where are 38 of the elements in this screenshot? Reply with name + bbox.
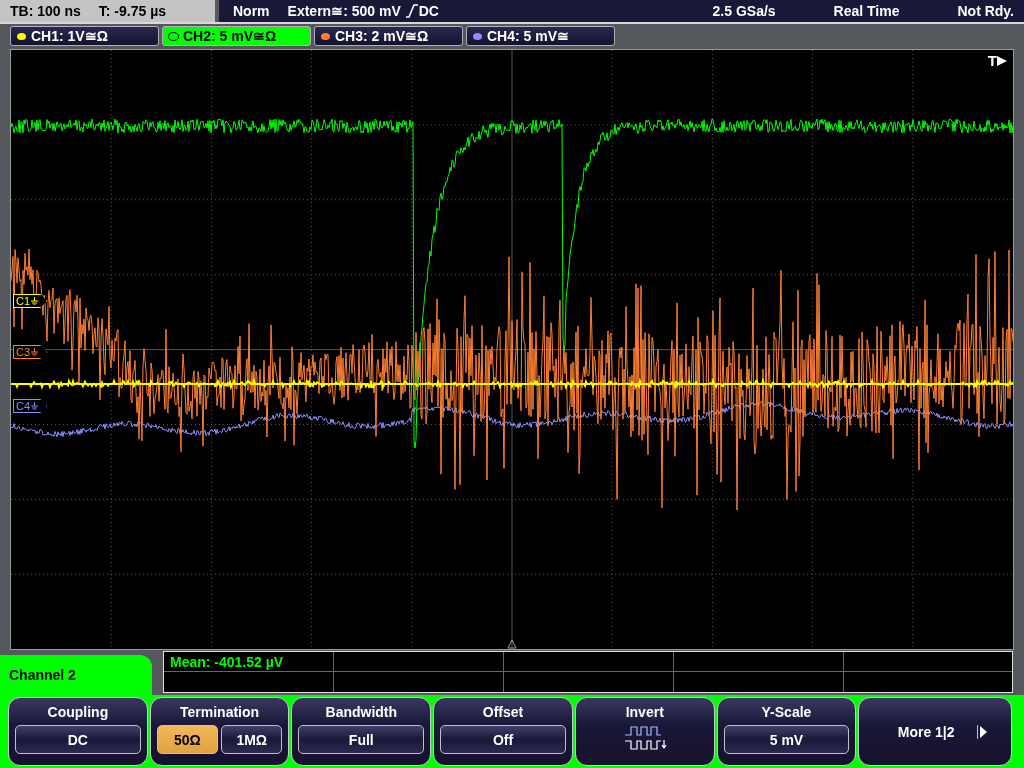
channel-marker: C3 [13,345,48,359]
value-button[interactable]: 5 mV [723,725,850,754]
softkey-label: Offset [482,704,524,720]
softkey-label: Y-Scale [761,704,812,720]
channel-tab[interactable]: CH2: 5 mV≅Ω [162,26,311,46]
more-button[interactable]: More 1|2 [858,697,1013,766]
inverted-pulse-icon [622,725,667,753]
value-button[interactable]: Off [440,725,566,754]
right-triangle-icon [997,55,1007,66]
ground-icon [31,297,39,305]
trigger-coupling-label: DC [418,3,439,19]
option-button[interactable]: 50Ω [156,725,219,754]
channel-marker: C4 [13,399,48,413]
softkey-label: Bandwidth [325,704,398,720]
softkey-label: Coupling [47,704,109,720]
right-arrow-icon [976,724,987,739]
rising-edge-icon [404,4,419,18]
measurement-label: Mean: -401.52 µV [170,654,284,670]
menu-title: Channel 2 [0,655,152,695]
option-button[interactable]: 1MΩ [221,725,283,754]
ground-icon [31,402,39,410]
trigger-time-label: T: -9.75 µs [98,3,167,19]
timebase-label: TB: 100 ns [10,3,81,19]
ground-icon [31,348,39,356]
channel-tab[interactable]: CH1: 1V≅Ω [10,26,159,46]
acquisition-label: Real Time [833,3,900,19]
invert-button[interactable]: Invert [574,697,715,766]
value-button[interactable]: Full [298,725,425,754]
channel-tab[interactable]: CH3: 2 mV≅Ω [314,26,463,46]
value-button[interactable]: DC [15,725,141,754]
channel-marker: C1 [13,294,48,308]
sample-rate-label: 2.5 GSa/s [712,3,776,19]
trigger-mode-label: Norm [233,3,270,19]
softkey-label: Termination [180,704,260,720]
channel-tab[interactable]: CH4: 5 mV≅ [466,26,615,46]
trigger-label: T [987,52,997,69]
trigger-source-label: Extern≅: 500 mV [287,3,401,19]
state-label: Not Rdy. [957,3,1014,19]
